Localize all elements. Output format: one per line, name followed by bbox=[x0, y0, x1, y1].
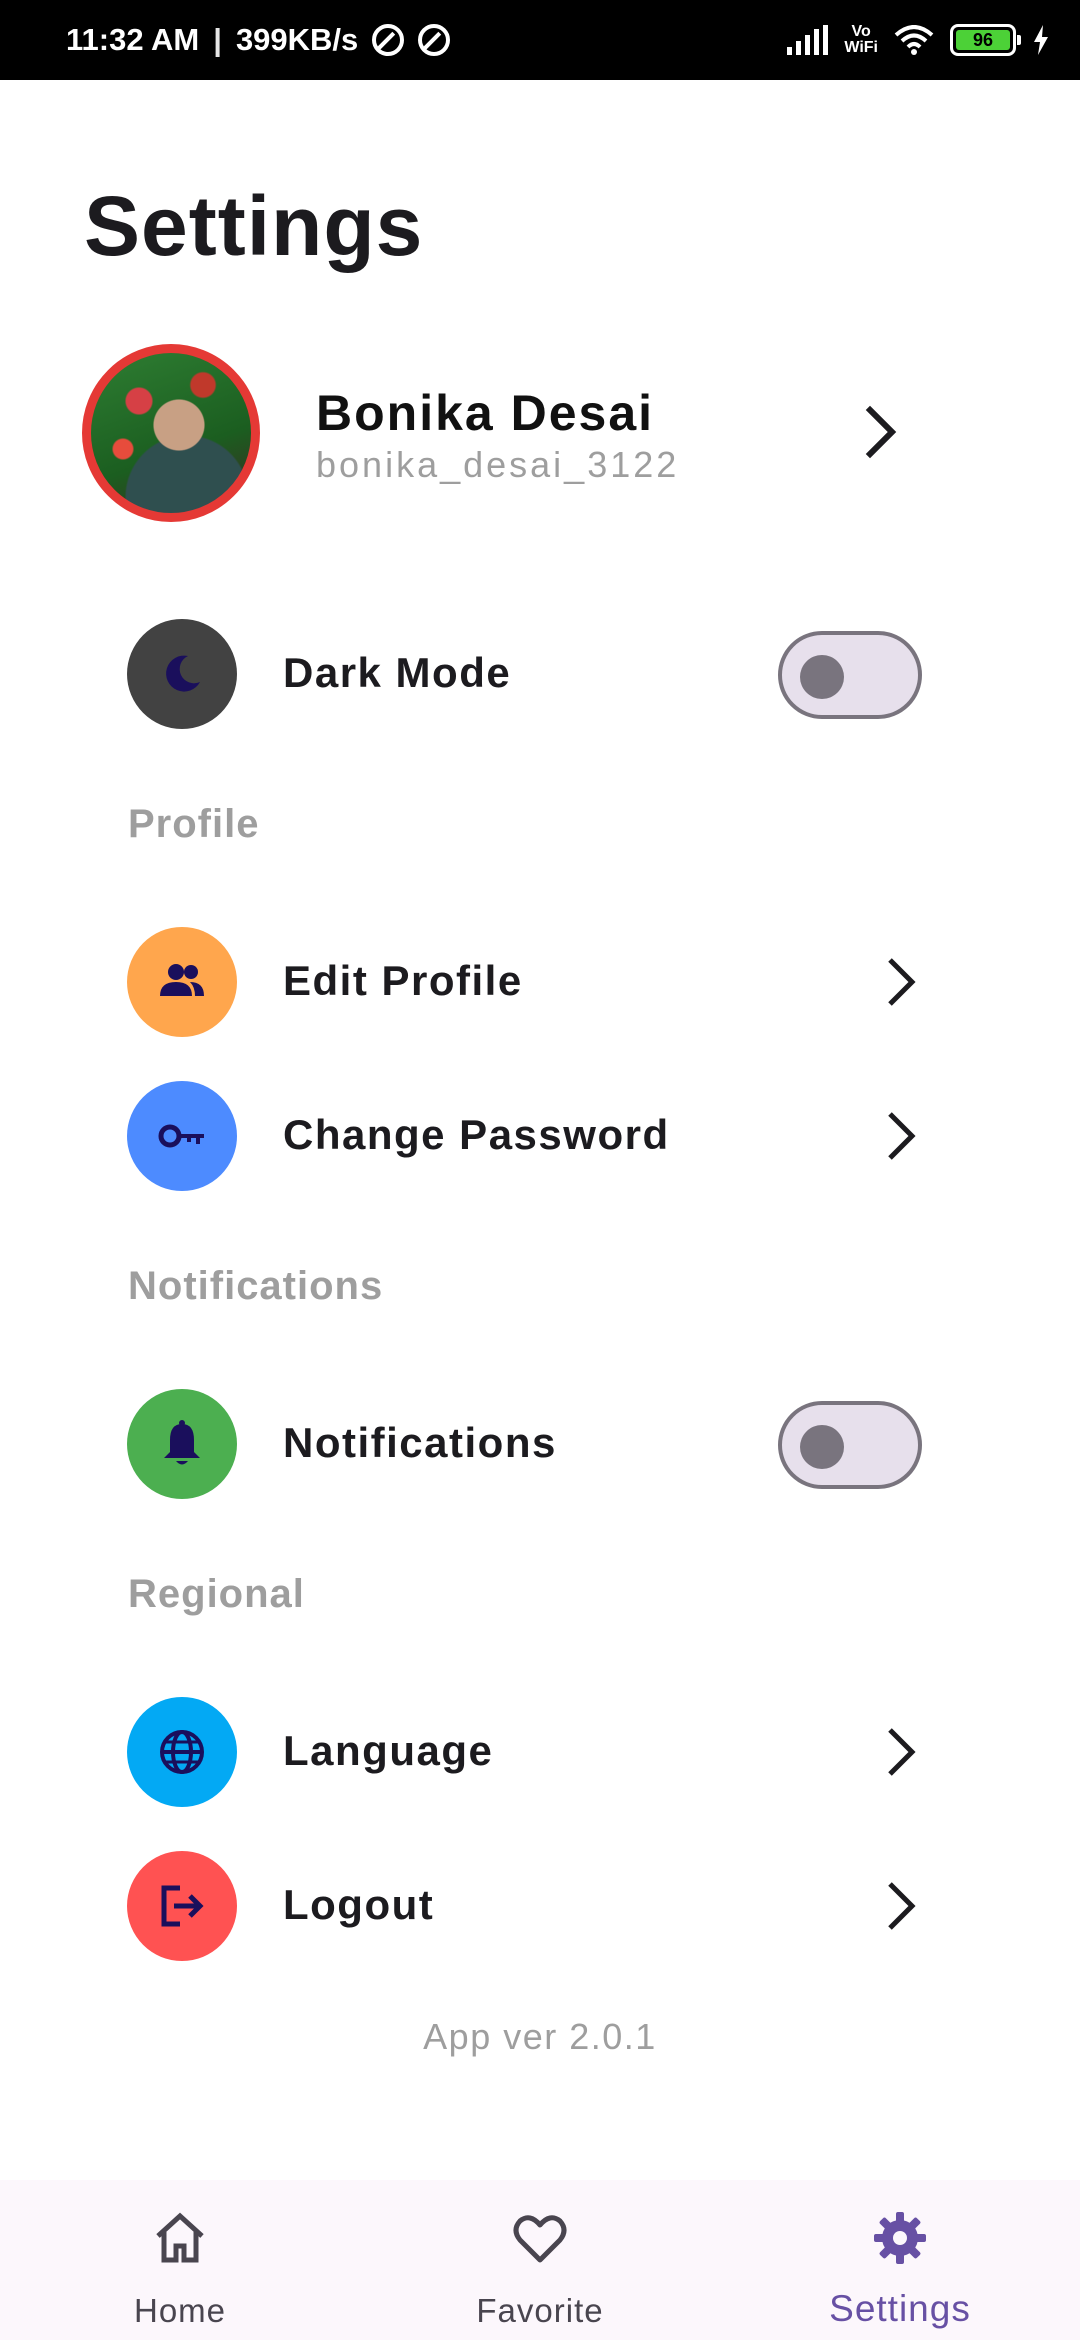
chevron-right-icon bbox=[888, 1882, 916, 1930]
profile-name: Bonika Desai bbox=[316, 385, 655, 441]
chevron-right-icon bbox=[888, 1728, 916, 1776]
vowifi-icon: Vo WiFi bbox=[844, 24, 878, 56]
app-version: App ver 2.0.1 bbox=[423, 2016, 657, 2057]
nav-home-label: Home bbox=[133, 2292, 227, 2329]
wifi-icon bbox=[894, 25, 934, 55]
status-network-speed: 399KB/s bbox=[235, 22, 359, 57]
nav-favorite[interactable]: Favorite bbox=[360, 2180, 720, 2340]
nav-favorite-label: Favorite bbox=[476, 2292, 604, 2329]
people-icon bbox=[160, 964, 204, 996]
bell-icon bbox=[164, 1420, 200, 1465]
battery-level: 96 bbox=[956, 30, 1010, 50]
status-left: 11:32 AM | 399KB/s bbox=[66, 0, 451, 80]
status-time: 11:32 AM bbox=[66, 22, 200, 57]
chevron-right-icon[interactable] bbox=[862, 402, 902, 462]
vowifi-bottom: WiFi bbox=[844, 39, 878, 56]
vowifi-top: Vo bbox=[851, 23, 871, 40]
bottom-navigation: Home Favorite Settings bbox=[0, 2180, 1080, 2340]
toggle-thumb bbox=[800, 1425, 844, 1469]
chevron-right-icon bbox=[888, 958, 916, 1006]
section-title-regional: Regional bbox=[128, 1572, 305, 1616]
toggle-thumb bbox=[800, 655, 844, 699]
logout-icon-circle bbox=[127, 1851, 237, 1961]
data-saver-icon bbox=[372, 24, 405, 56]
charging-icon bbox=[1034, 25, 1048, 55]
dark-mode-icon-circle bbox=[127, 619, 237, 729]
language-row[interactable]: Language bbox=[127, 1697, 927, 1807]
dark-mode-label: Dark Mode bbox=[283, 649, 512, 696]
notifications-row[interactable]: Notifications bbox=[127, 1389, 927, 1499]
gear-icon bbox=[874, 2212, 926, 2264]
globe-icon bbox=[160, 1730, 204, 1774]
page-title: Settings bbox=[84, 179, 424, 273]
chevron-right-icon bbox=[888, 1112, 916, 1160]
moon-icon bbox=[166, 655, 200, 692]
language-icon-circle bbox=[127, 1697, 237, 1807]
signal-icon bbox=[787, 25, 829, 55]
dark-mode-row[interactable]: Dark Mode bbox=[127, 619, 927, 729]
logout-icon bbox=[161, 1885, 204, 1927]
status-separator: | bbox=[213, 22, 222, 57]
profile-card[interactable]: Bonika Desai bonika_desai_3122 bbox=[82, 344, 922, 524]
home-icon bbox=[156, 2212, 204, 2263]
status-bar: 11:32 AM | 399KB/s Vo WiFi 96 bbox=[0, 0, 1080, 80]
avatar[interactable] bbox=[82, 344, 260, 522]
battery-icon: 96 bbox=[950, 24, 1021, 56]
edit-profile-row[interactable]: Edit Profile bbox=[127, 927, 927, 1037]
notifications-icon-circle bbox=[127, 1389, 237, 1499]
notifications-label: Notifications bbox=[283, 1419, 557, 1466]
edit-profile-label: Edit Profile bbox=[283, 957, 523, 1004]
section-title-notifications: Notifications bbox=[128, 1264, 384, 1308]
change-password-label: Change Password bbox=[283, 1111, 670, 1158]
profile-username: bonika_desai_3122 bbox=[316, 444, 680, 485]
heart-icon bbox=[513, 2215, 567, 2263]
change-password-icon-circle bbox=[127, 1081, 237, 1191]
logout-row[interactable]: Logout bbox=[127, 1851, 927, 1961]
status-right: Vo WiFi 96 bbox=[787, 0, 1050, 80]
dark-mode-toggle[interactable] bbox=[778, 631, 922, 719]
nav-settings-label: Settings bbox=[829, 2288, 971, 2329]
key-icon bbox=[158, 1124, 204, 1148]
logout-label: Logout bbox=[283, 1881, 435, 1928]
sync-icon bbox=[418, 24, 451, 56]
nav-settings[interactable]: Settings bbox=[720, 2180, 1080, 2340]
change-password-row[interactable]: Change Password bbox=[127, 1081, 927, 1191]
notifications-toggle[interactable] bbox=[778, 1401, 922, 1489]
edit-profile-icon-circle bbox=[127, 927, 237, 1037]
language-label: Language bbox=[283, 1727, 494, 1774]
nav-home[interactable]: Home bbox=[0, 2180, 360, 2340]
section-title-profile: Profile bbox=[128, 802, 260, 846]
